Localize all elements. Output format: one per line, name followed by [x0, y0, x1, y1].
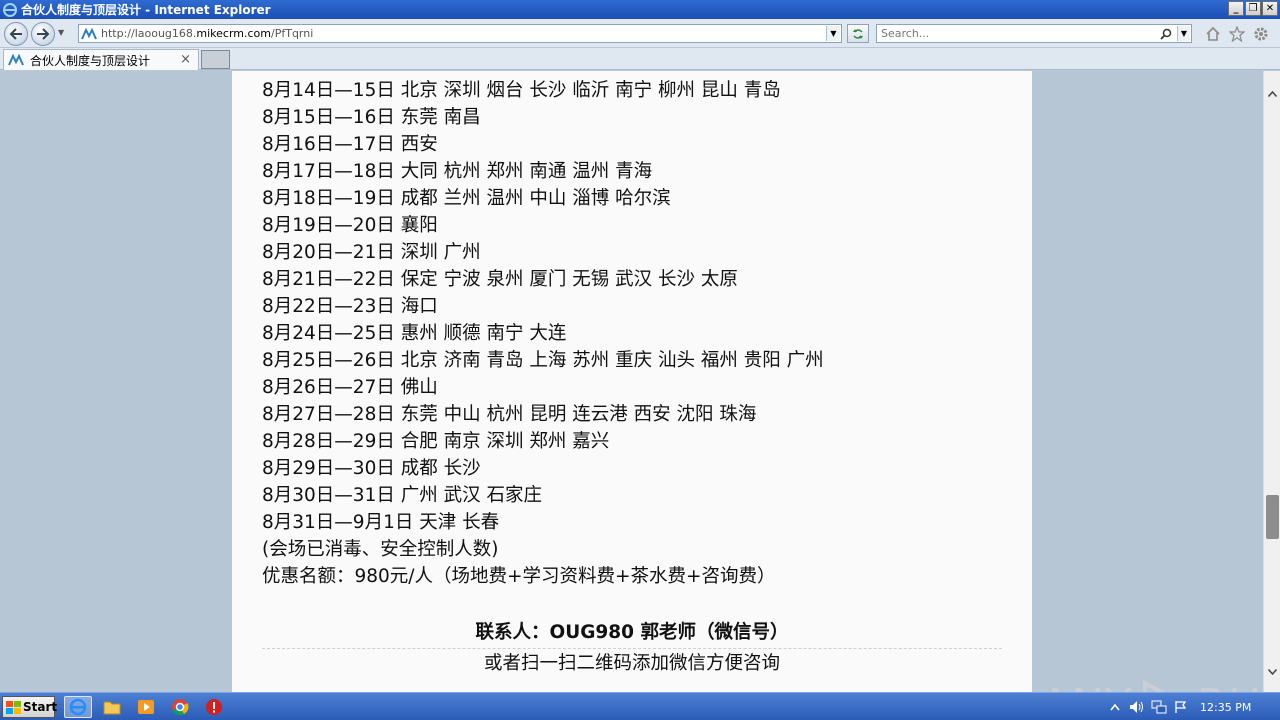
schedule-line: 8月17日—18日 大同 杭州 郑州 南通 温州 青海	[262, 161, 653, 182]
address-bar[interactable]: http://laooug168.mikecrm.com/PfTqrni ▼	[78, 24, 842, 43]
contact-line: 联系人：OUG980 郭老师（微信号）	[475, 622, 789, 643]
media-player-icon	[138, 700, 154, 714]
schedule-list: 8月14日—15日 北京 深圳 烟台 长沙 临沂 南宁 柳州 昆山 青岛 8月1…	[262, 77, 824, 590]
taskbar-stop-button[interactable]	[200, 696, 228, 718]
watermark-text-right: RUN	[1197, 680, 1263, 693]
taskbar-explorer-button[interactable]	[98, 696, 126, 718]
site-favicon-icon	[81, 27, 97, 41]
action-center-flag-icon[interactable]	[1173, 699, 1189, 715]
chrome-icon	[172, 699, 189, 716]
back-arrow-icon	[9, 28, 22, 40]
taskbar-clock[interactable]: 12:35 PM	[1200, 701, 1251, 714]
anyrun-watermark: ANY RUN	[1040, 677, 1263, 692]
system-tray	[1107, 696, 1189, 718]
start-button[interactable]: Start	[2, 696, 58, 718]
history-dropdown-icon[interactable]: ▼	[58, 28, 64, 37]
start-label: Start	[23, 700, 58, 714]
taskbar-chrome-button[interactable]	[166, 696, 194, 718]
toolbar-icons	[1204, 25, 1270, 43]
favorites-star-icon[interactable]	[1228, 25, 1246, 43]
tab-active[interactable]: 合伙人制度与顶层设计 ×	[3, 49, 199, 70]
window-controls: _ ❐ ✕	[1228, 1, 1278, 16]
address-url: http://laooug168.mikecrm.com/PfTqrni	[101, 27, 314, 40]
schedule-line: 8月22日—23日 海口	[262, 296, 438, 317]
disinfection-note: (会场已消毒、安全控制人数)	[262, 539, 499, 560]
title-bar: 合伙人制度与顶层设计 - Internet Explorer _ ❐ ✕	[0, 0, 1280, 19]
schedule-line: 8月14日—15日 北京 深圳 烟台 长沙 临沂 南宁 柳州 昆山 青岛	[262, 80, 781, 101]
scroll-thumb[interactable]	[1266, 495, 1279, 539]
search-dropdown-icon[interactable]: ▼	[1177, 26, 1190, 41]
vertical-scrollbar[interactable]	[1263, 71, 1280, 692]
refresh-button[interactable]	[847, 24, 869, 43]
taskbar-media-player-button[interactable]	[132, 696, 160, 718]
tab-favicon-icon	[8, 54, 24, 66]
new-tab-button[interactable]	[201, 50, 230, 69]
close-button[interactable]: ✕	[1262, 1, 1278, 16]
qr-instruction: 或者扫一扫二维码添加微信方便咨询	[483, 653, 780, 674]
schedule-line: 8月27日—28日 东莞 中山 杭州 昆明 连云港 西安 沈阳 珠海	[262, 404, 757, 425]
schedule-line: 8月29日—30日 成都 长沙	[262, 458, 481, 479]
schedule-line: 8月28日—29日 合肥 南京 深圳 郑州 嘉兴	[262, 431, 610, 452]
volume-icon[interactable]	[1129, 699, 1145, 715]
ie-icon	[69, 698, 87, 716]
schedule-line: 8月25日—26日 北京 济南 青岛 上海 苏州 重庆 汕头 福州 贵阳 广州	[262, 350, 824, 371]
schedule-line: 8月30日—31日 广州 武汉 石家庄	[262, 485, 542, 506]
scroll-down-arrow-icon[interactable]	[1264, 663, 1280, 680]
forward-button[interactable]	[31, 22, 55, 46]
back-button[interactable]	[4, 22, 28, 46]
restore-button[interactable]: ❐	[1245, 1, 1261, 16]
dashed-divider	[262, 648, 1002, 649]
schedule-line: 8月31日—9月1日 天津 长春	[262, 512, 500, 533]
page-viewport: 8月14日—15日 北京 深圳 烟台 长沙 临沂 南宁 柳州 昆山 青岛 8月1…	[0, 71, 1263, 692]
schedule-line: 8月18日—19日 成都 兰州 温州 中山 淄博 哈尔滨	[262, 188, 671, 209]
refresh-icon	[853, 28, 863, 39]
schedule-line: 8月24日—25日 惠州 顺德 南宁 大连	[262, 323, 567, 344]
taskbar: Start 12:35 PM	[0, 692, 1280, 720]
window-title: 合伙人制度与顶层设计 - Internet Explorer	[21, 3, 271, 17]
tray-expand-icon[interactable]	[1107, 699, 1123, 715]
minimize-button[interactable]: _	[1228, 1, 1244, 16]
taskbar-ie-button[interactable]	[64, 696, 92, 718]
tab-bar: 合伙人制度与顶层设计 ×	[0, 48, 1280, 70]
schedule-line: 8月21日—22日 保定 宁波 泉州 厦门 无锡 武汉 长沙 太原	[262, 269, 738, 290]
navigation-bar: ▼ http://laooug168.mikecrm.com/PfTqrni ▼…	[0, 19, 1280, 48]
play-triangle-icon	[1142, 679, 1166, 692]
tab-close-icon[interactable]: ×	[180, 52, 191, 67]
windows-flag-icon	[6, 700, 21, 714]
search-box[interactable]: ▼	[876, 24, 1192, 43]
home-icon[interactable]	[1204, 25, 1222, 43]
search-icon[interactable]	[1159, 26, 1173, 41]
schedule-line: 8月26日—27日 佛山	[262, 377, 438, 398]
content-panel: 8月14日—15日 北京 深圳 烟台 长沙 临沂 南宁 柳州 昆山 青岛 8月1…	[232, 71, 1032, 692]
schedule-line: 8月15日—16日 东莞 南昌	[262, 107, 481, 128]
watermark-text-left: ANY	[1040, 680, 1133, 693]
schedule-line: 8月20日—21日 深圳 广州	[262, 242, 481, 263]
ie-logo-icon	[2, 2, 18, 18]
schedule-line: 8月19日—20日 襄阳	[262, 215, 438, 236]
settings-gear-icon[interactable]	[1252, 25, 1270, 43]
address-dropdown-icon[interactable]: ▼	[826, 26, 840, 41]
search-input[interactable]	[881, 27, 1151, 40]
price-line: 优惠名额：980元/人（场地费+学习资料费+茶水费+咨询费）	[262, 566, 776, 587]
schedule-line: 8月16日—17日 西安	[262, 134, 438, 155]
scroll-up-arrow-icon[interactable]	[1264, 85, 1280, 102]
tab-label: 合伙人制度与顶层设计	[30, 53, 151, 68]
network-icon[interactable]	[1151, 699, 1167, 715]
forward-arrow-icon	[37, 28, 50, 40]
stop-icon	[206, 699, 222, 715]
folder-icon	[103, 701, 121, 715]
